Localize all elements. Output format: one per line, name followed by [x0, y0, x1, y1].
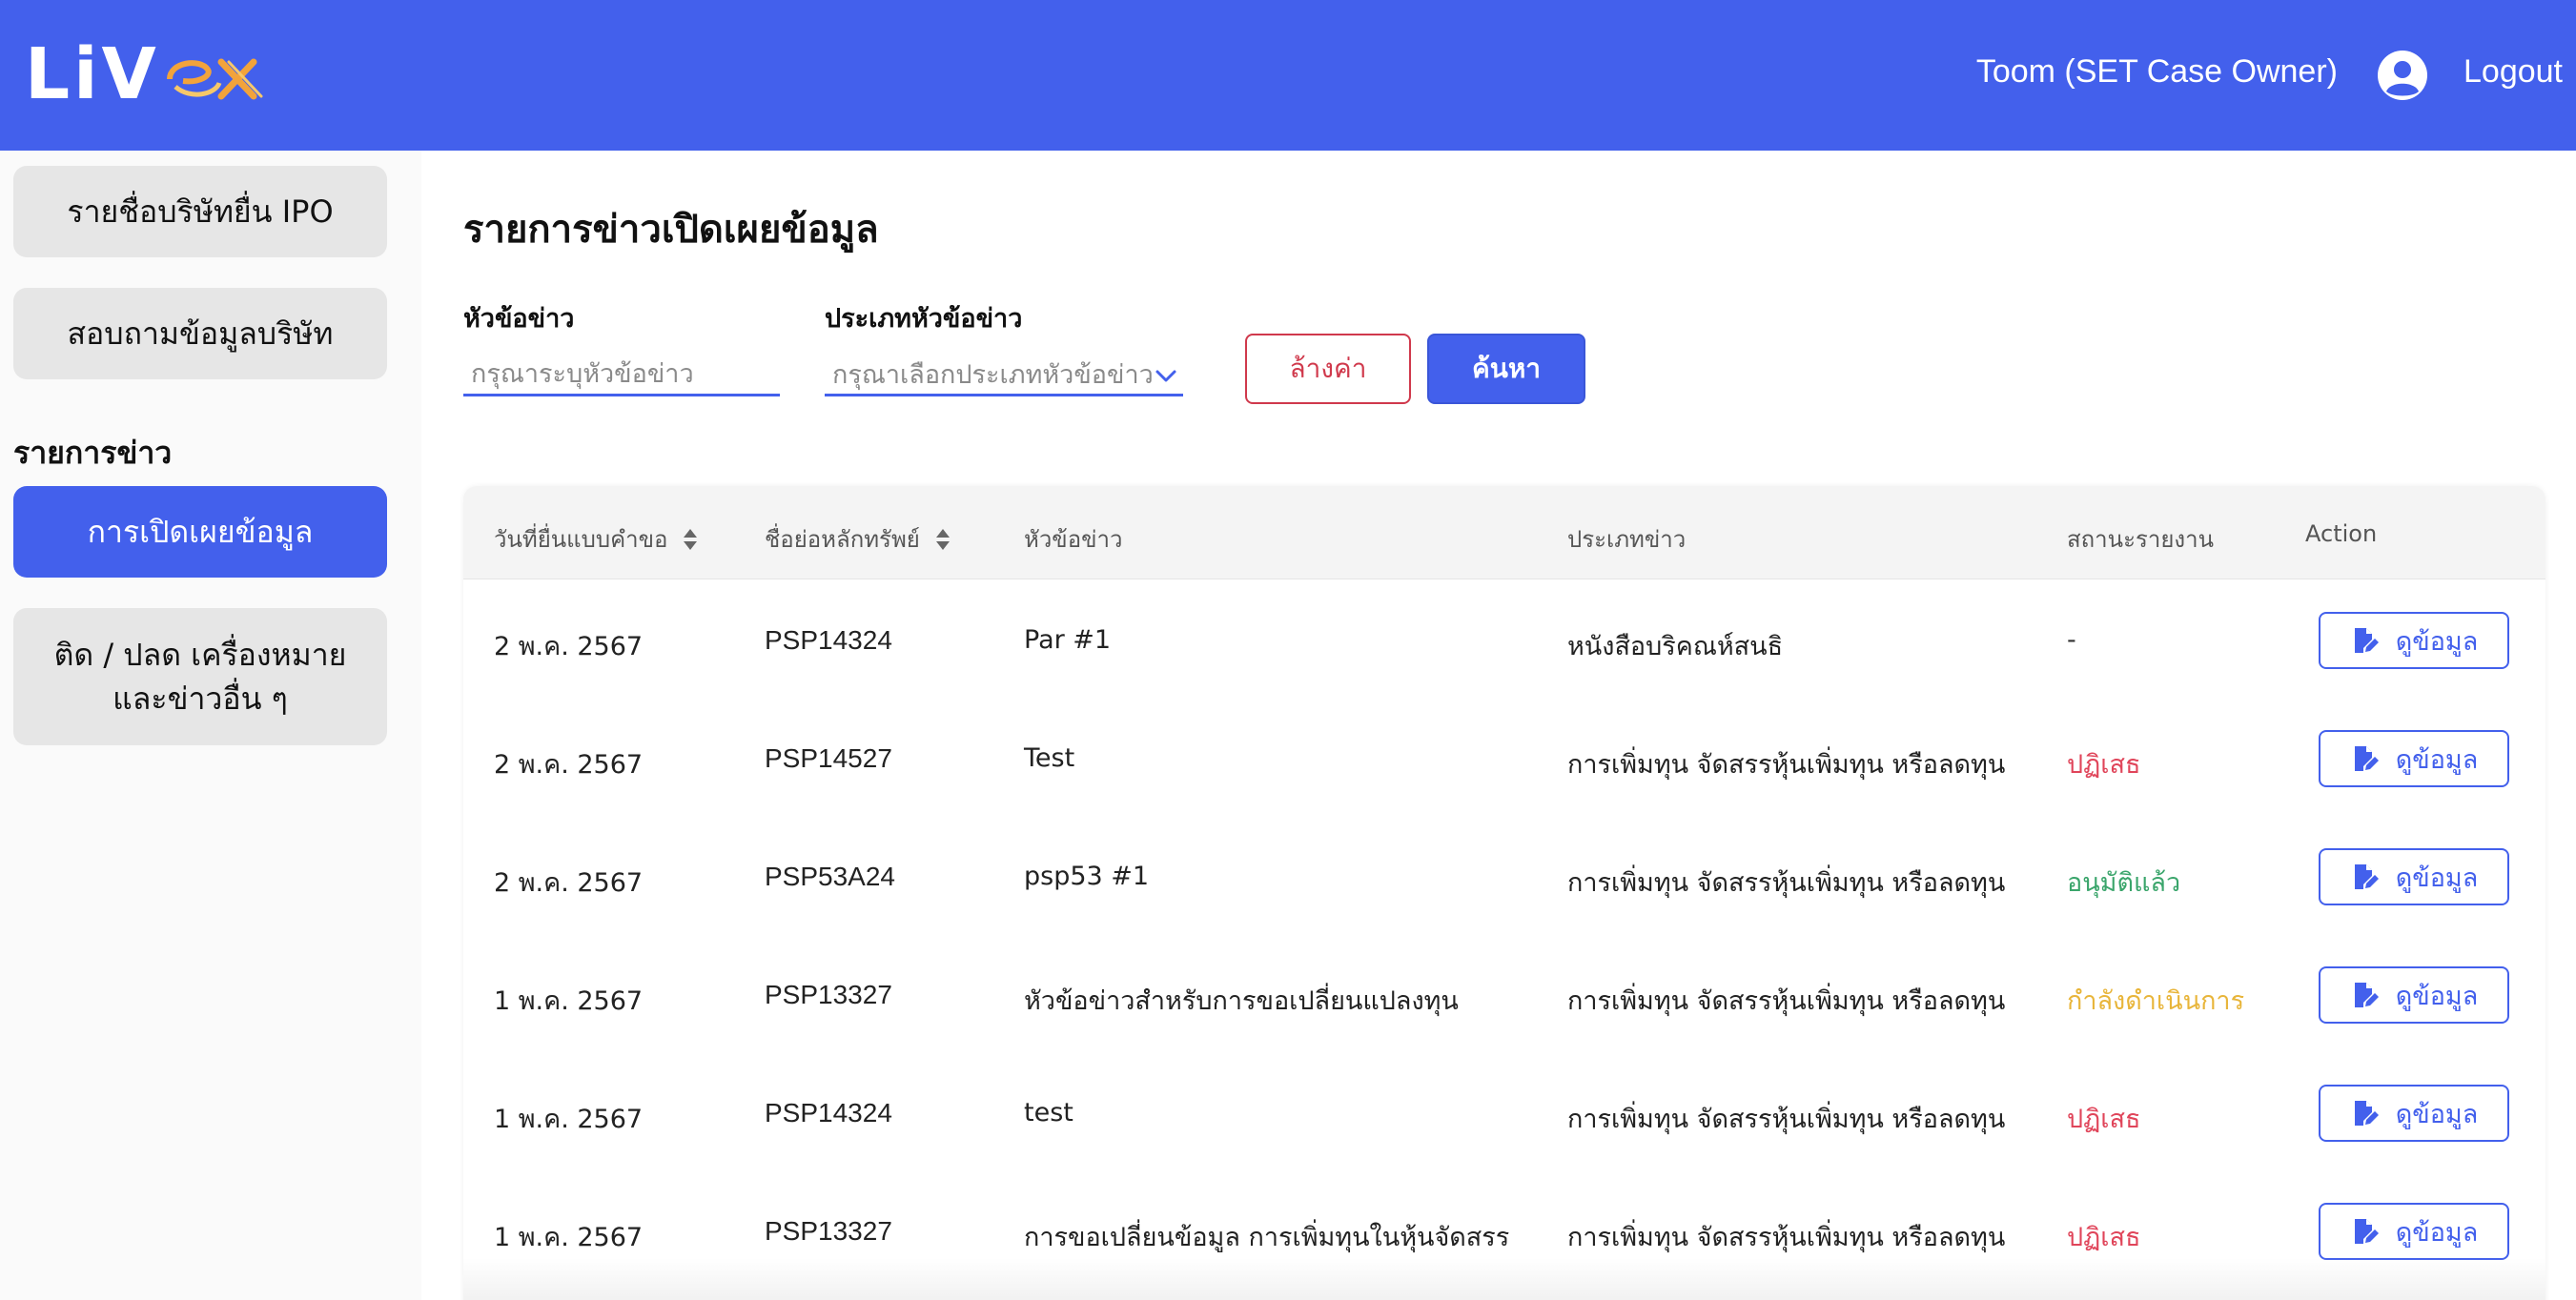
search-button[interactable]: ค้นหา	[1427, 334, 1585, 404]
sidebar-item-label: รายชื่อบริษัทยื่น IPO	[67, 193, 334, 230]
edit-document-icon	[2354, 864, 2379, 889]
view-details-label: ดูข้อมูล	[2395, 981, 2479, 1011]
logo-ex-mark-icon	[166, 58, 263, 100]
status-badge: ปฏิเสธ	[2067, 1105, 2141, 1134]
cell-news-type: หนังสือบริคณห์สนธิ	[1567, 632, 1784, 661]
news-table: วันที่ยื่นแบบคำขอ ชื่อย่อหลักทรัพย์ หัวข…	[463, 486, 2545, 1300]
news-type-select[interactable]: กรุณาเลือกประเภทหัวข้อข่าว	[825, 355, 1183, 396]
status-badge: ปฏิเสธ	[2067, 1223, 2141, 1252]
edit-document-icon	[2354, 628, 2379, 653]
table-header: วันที่ยื่นแบบคำขอ ชื่อย่อหลักทรัพย์ หัวข…	[463, 486, 2545, 579]
sidebar-item-label: ติด / ปลด เครื่องหมายและข่าวอื่น ๆ	[53, 637, 347, 717]
sidebar-item-ipo-companies[interactable]: รายชื่อบริษัทยื่น IPO	[13, 166, 387, 257]
view-details-button[interactable]: ดูข้อมูล	[2319, 1085, 2509, 1142]
cell-date: 1 พ.ค. 2567	[494, 1105, 644, 1134]
edit-document-icon	[2354, 1219, 2379, 1244]
view-details-label: ดูข้อมูล	[2395, 744, 2479, 775]
scroll-fade	[463, 1258, 2545, 1300]
cell-news-type: การเพิ่มทุน จัดสรรหุ้นเพิ่มทุน หรือลดทุน	[1567, 750, 2006, 780]
cell-symbol: PSP13327	[765, 980, 892, 1009]
table-row: 2 พ.ค. 2567 PSP53A24 psp53 #1 การเพิ่มทุน จ…	[463, 818, 2545, 936]
user-name: Toom (SET Case Owner)	[1975, 53, 2338, 90]
status-badge: อนุมัติแล้ว	[2067, 868, 2181, 898]
sidebar-section-news: รายการข่าว	[13, 435, 173, 471]
cell-headline: Par #1	[1024, 625, 1112, 655]
cell-headline: Test	[1024, 743, 1075, 773]
sort-icon	[684, 528, 698, 550]
column-label: สถานะรายงาน	[2067, 526, 2214, 553]
sort-icon	[935, 528, 950, 550]
column-label: ประเภทข่าว	[1567, 526, 1687, 553]
type-filter-label: ประเภทหัวข้อข่าว	[825, 304, 1023, 334]
sidebar-item-label: การเปิดเผยข้อมูล	[87, 514, 314, 550]
cell-symbol: PSP53A24	[765, 862, 895, 891]
table-row: 2 พ.ค. 2567 PSP14527 Test การเพิ่มทุน จัดสร…	[463, 700, 2545, 818]
column-symbol[interactable]: ชื่อย่อหลักทรัพย์	[765, 520, 951, 558]
sidebar: รายชื่อบริษัทยื่น IPO สอบถามข้อมูลบริษัท…	[0, 151, 421, 1300]
livex-logo[interactable]: LiV	[25, 36, 267, 112]
view-details-button[interactable]: ดูข้อมูล	[2319, 966, 2509, 1024]
cell-symbol: PSP14324	[765, 625, 892, 655]
status-badge: -	[2067, 625, 2076, 655]
sidebar-item-signs-other-news[interactable]: ติด / ปลด เครื่องหมายและข่าวอื่น ๆ	[13, 608, 387, 745]
column-label: วันที่ยื่นแบบคำขอ	[494, 526, 668, 553]
cell-headline: หัวข้อข่าวสำหรับการขอเปลี่ยนแปลงทุน	[1024, 986, 1459, 1016]
column-news-type: ประเภทข่าว	[1567, 520, 1686, 558]
view-details-button[interactable]: ดูข้อมูล	[2319, 612, 2509, 669]
column-action: Action	[2305, 520, 2377, 547]
news-type-select-placeholder: กรุณาเลือกประเภทหัวข้อข่าว	[832, 360, 1154, 390]
sidebar-item-label: สอบถามข้อมูลบริษัท	[67, 315, 334, 352]
cell-date: 2 พ.ค. 2567	[494, 632, 644, 661]
cell-headline: การขอเปลี่ยนข้อมูล การเพิ่มทุนในหุ้นจัดส…	[1024, 1223, 1510, 1252]
view-details-label: ดูข้อมูล	[2395, 1217, 2479, 1248]
reset-button[interactable]: ล้างค่า	[1245, 334, 1411, 404]
view-details-label: ดูข้อมูล	[2395, 626, 2479, 657]
logout-link[interactable]: Logout	[2464, 53, 2563, 91]
column-status: สถานะรายงาน	[2067, 520, 2214, 558]
cell-date: 2 พ.ค. 2567	[494, 750, 644, 780]
cell-date: 1 พ.ค. 2567	[494, 1223, 644, 1252]
view-details-button[interactable]: ดูข้อมูล	[2319, 730, 2509, 787]
cell-symbol: PSP14324	[765, 1098, 892, 1127]
user-avatar-icon[interactable]	[2377, 50, 2428, 101]
edit-document-icon	[2354, 983, 2379, 1007]
cell-headline: test	[1024, 1098, 1073, 1127]
cell-news-type: การเพิ่มทุน จัดสรรหุ้นเพิ่มทุน หรือลดทุน	[1567, 868, 2006, 898]
table-row: 1 พ.ค. 2567 PSP13327 หัวข้อข่าวสำหรับการขอ…	[463, 936, 2545, 1054]
cell-headline: psp53 #1	[1024, 862, 1150, 891]
status-badge: กำลังดำเนินการ	[2067, 986, 2245, 1016]
table-row: 2 พ.ค. 2567 PSP14324 Par #1 หนังสือบริคณห์ส…	[463, 581, 2545, 700]
view-details-button[interactable]: ดูข้อมูล	[2319, 848, 2509, 905]
sidebar-item-company-inquiry[interactable]: สอบถามข้อมูลบริษัท	[13, 288, 387, 379]
page-title: รายการข่าวเปิดเผยข้อมูล	[463, 208, 879, 252]
view-details-label: ดูข้อมูล	[2395, 863, 2479, 893]
status-badge: ปฏิเสธ	[2067, 750, 2141, 780]
edit-document-icon	[2354, 1101, 2379, 1126]
column-submit-date[interactable]: วันที่ยื่นแบบคำขอ	[494, 520, 698, 558]
column-label: ชื่อย่อหลักทรัพย์	[765, 526, 920, 553]
table-row: 1 พ.ค. 2567 PSP14324 test การเพิ่มทุน จัดสร…	[463, 1054, 2545, 1172]
logo-text: LiV	[25, 33, 160, 115]
cell-date: 1 พ.ค. 2567	[494, 986, 644, 1016]
column-headline: หัวข้อข่าว	[1024, 520, 1122, 558]
headline-filter-label: หัวข้อข่าว	[463, 304, 575, 334]
cell-news-type: การเพิ่มทุน จัดสรรหุ้นเพิ่มทุน หรือลดทุน	[1567, 986, 2006, 1016]
top-bar: LiV Toom (SET Case Owner) Logout	[0, 0, 2576, 151]
cell-symbol: PSP14527	[765, 743, 892, 773]
headline-search-input[interactable]	[463, 355, 780, 396]
view-details-label: ดูข้อมูล	[2395, 1099, 2479, 1129]
chevron-down-icon	[1155, 370, 1176, 382]
cell-news-type: การเพิ่มทุน จัดสรรหุ้นเพิ่มทุน หรือลดทุน	[1567, 1223, 2006, 1252]
view-details-button[interactable]: ดูข้อมูล	[2319, 1203, 2509, 1260]
cell-date: 2 พ.ค. 2567	[494, 868, 644, 898]
column-label: Action	[2305, 520, 2378, 547]
cell-news-type: การเพิ่มทุน จัดสรรหุ้นเพิ่มทุน หรือลดทุน	[1567, 1105, 2006, 1134]
cell-symbol: PSP13327	[765, 1216, 892, 1246]
sidebar-item-disclosure[interactable]: การเปิดเผยข้อมูล	[13, 486, 387, 578]
edit-document-icon	[2354, 746, 2379, 771]
column-label: หัวข้อข่าว	[1024, 526, 1123, 553]
